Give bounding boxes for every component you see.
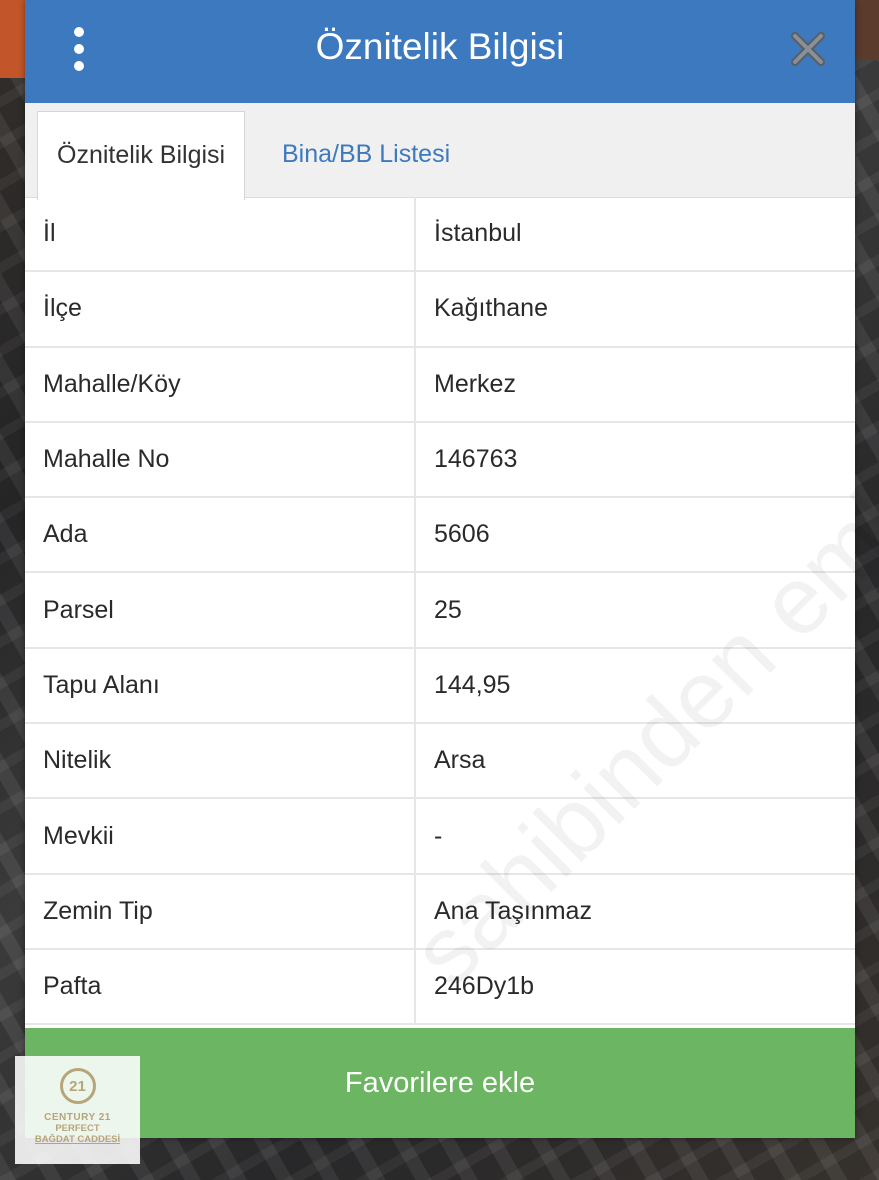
table-row: Pafta 246Dy1b (25, 949, 855, 1026)
table-row: İlçe Kağıthane (25, 272, 855, 348)
century21-logo: 21 CENTURY 21 PERFECT BAĞDAT CADDESİ (15, 1056, 140, 1164)
row-label: İl (25, 197, 416, 271)
logo-location: BAĞDAT CADDESİ (34, 1134, 121, 1145)
row-value: İstanbul (434, 219, 522, 248)
row-value: Arsa (434, 746, 486, 775)
tab-building-list[interactable]: Bina/BB Listesi (263, 111, 469, 197)
tab-attribute-info[interactable]: Öznitelik Bilgisi (37, 111, 246, 200)
table-row: Parsel 25 (25, 573, 855, 649)
close-icon[interactable] (787, 28, 829, 70)
dialog-header: Öznitelik Bilgisi (25, 0, 855, 103)
row-value: 144,95 (434, 670, 511, 699)
row-label: Mevkii (25, 799, 416, 873)
row-label: Zemin Tip (25, 874, 416, 948)
logo-office: PERFECT (55, 1123, 100, 1134)
row-label: Mahalle/Köy (25, 347, 416, 421)
map-overlay-strip (0, 0, 26, 78)
row-value: 5606 (434, 520, 490, 549)
dialog-title: Öznitelik Bilgisi (315, 26, 565, 67)
attribute-table: İl İstanbul İlçe Kağıthane Mahalle/Köy M… (25, 197, 855, 1026)
row-label: Ada (25, 498, 416, 572)
add-to-favorites-button[interactable]: Favorilere ekle (25, 1028, 855, 1138)
table-row: Mahalle/Köy Merkez (25, 347, 855, 423)
table-row: Zemin Tip Ana Taşınmaz (25, 874, 855, 950)
row-label: Nitelik (25, 724, 416, 798)
row-label: Pafta (25, 949, 416, 1024)
row-value: 146763 (434, 445, 518, 474)
table-row: Nitelik Arsa (25, 724, 855, 800)
row-label: Parsel (25, 573, 416, 647)
tab-bar: Öznitelik Bilgisi Bina/BB Listesi (25, 103, 855, 200)
row-value: Kağıthane (434, 294, 548, 323)
map-overlay-strip-right (855, 0, 879, 60)
row-value: Ana Taşınmaz (434, 896, 592, 925)
logo-brand: CENTURY 21 (44, 1112, 111, 1123)
table-row: Tapu Alanı 144,95 (25, 648, 855, 725)
row-label: İlçe (25, 272, 416, 346)
table-row: Mevkii - (25, 799, 855, 875)
table-row: Mahalle No 146763 (25, 422, 855, 499)
row-value: - (434, 821, 443, 850)
row-label: Tapu Alanı (25, 648, 416, 723)
table-row: İl İstanbul (25, 197, 855, 273)
attribute-info-dialog: Öznitelik Bilgisi Öznitelik Bilgisi Bina… (25, 0, 879, 1138)
row-value: Merkez (434, 369, 516, 398)
century21-mark-icon: 21 (59, 1068, 96, 1104)
row-value: 246Dy1b (434, 972, 535, 1001)
table-row: Ada 5606 (25, 498, 855, 574)
row-value: 25 (434, 595, 462, 624)
row-label: Mahalle No (25, 422, 416, 497)
